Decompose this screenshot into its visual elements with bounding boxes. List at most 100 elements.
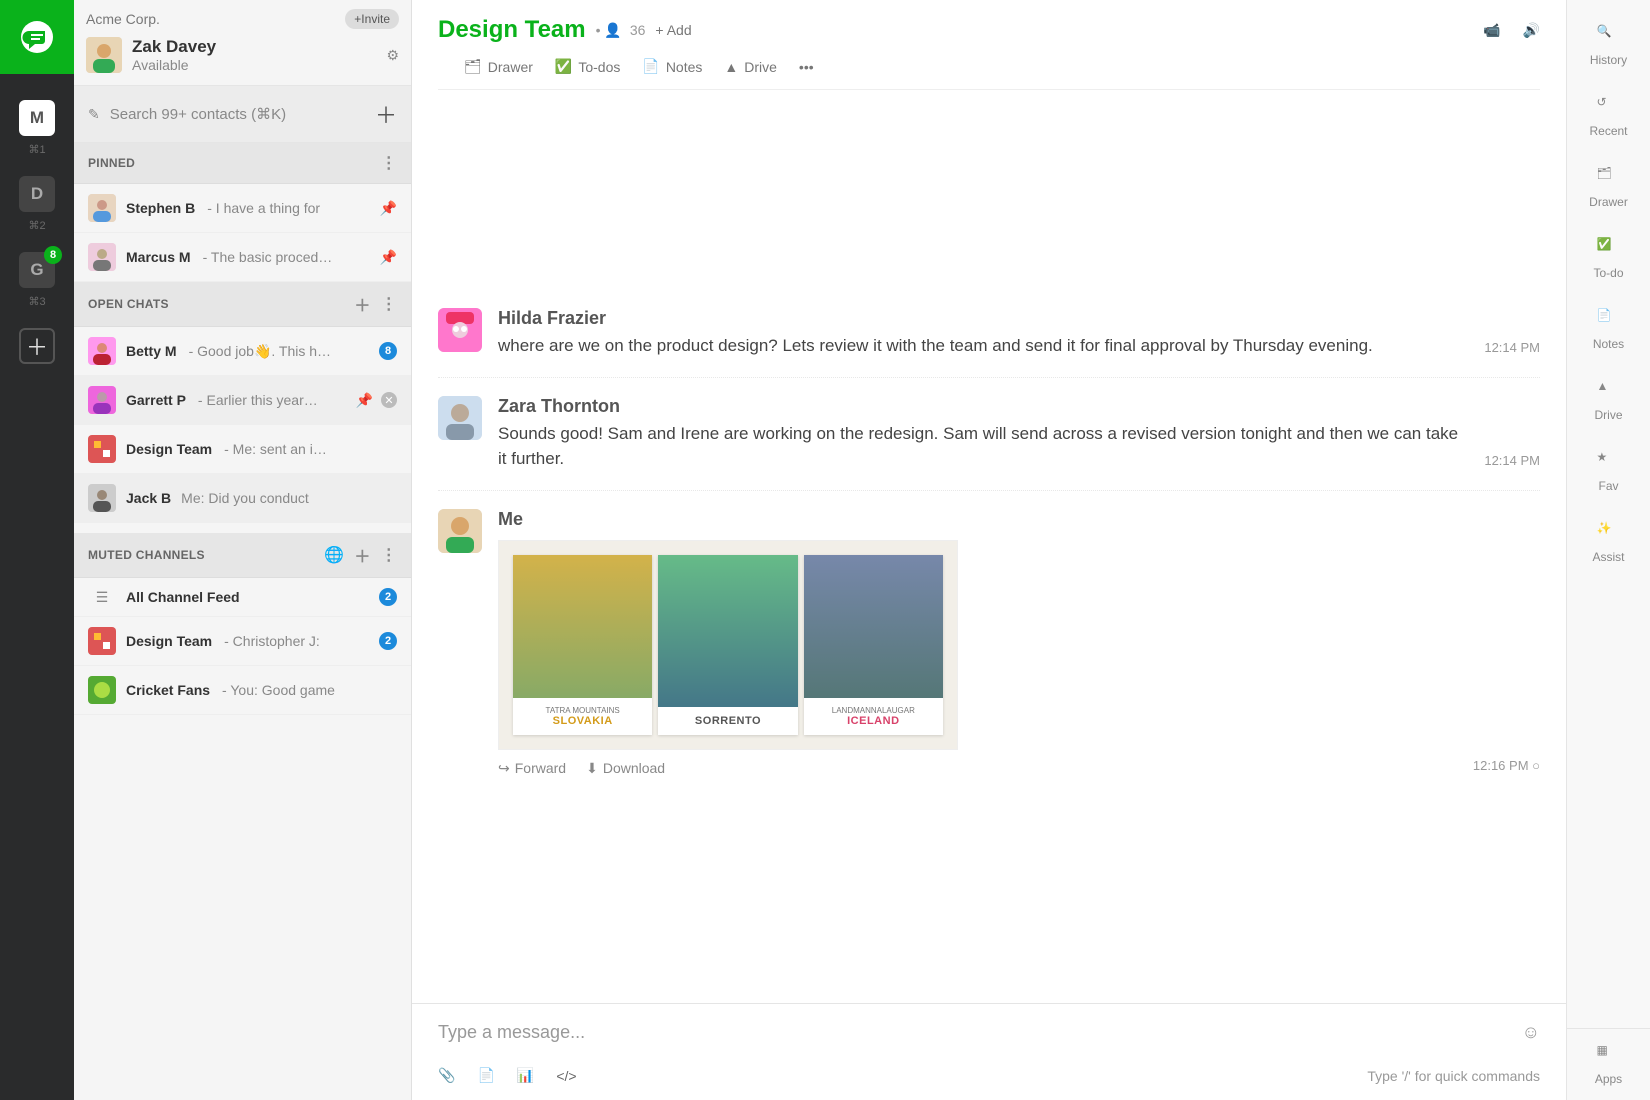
drawer-icon: 🗂 bbox=[464, 58, 482, 75]
more-icon[interactable]: ⋮ bbox=[381, 545, 397, 565]
wand-icon: ✨ bbox=[1597, 521, 1621, 545]
pin-icon: 📌 bbox=[356, 392, 373, 409]
drawer-icon: 🗂 bbox=[1597, 166, 1621, 190]
rr-fav[interactable]: ★Fav bbox=[1567, 436, 1650, 507]
plus-icon[interactable]: ＋ bbox=[354, 543, 370, 567]
section-open-chats: OPEN CHATS ＋ ⋮ bbox=[74, 282, 411, 327]
message: Me TATRA MOUNTAINSSLOVAKIA SORRENTO LAND… bbox=[438, 491, 1540, 795]
attach-icon[interactable]: 📎 bbox=[438, 1067, 455, 1084]
code-icon[interactable]: </> bbox=[556, 1068, 576, 1084]
pin-icon: 📌 bbox=[380, 200, 397, 217]
image-attachment[interactable]: TATRA MOUNTAINSSLOVAKIA SORRENTO LANDMAN… bbox=[498, 540, 958, 750]
drive-icon: ▲ bbox=[1597, 379, 1621, 403]
history-icon: ↺ bbox=[1597, 95, 1621, 119]
more-icon[interactable]: ⋮ bbox=[381, 153, 397, 173]
right-rail: 🔍History ↺Recent 🗂Drawer ✅To-do 📄Notes ▲… bbox=[1566, 0, 1650, 1100]
more-icon[interactable]: ••• bbox=[799, 58, 814, 75]
tab-todos[interactable]: ✅To-dos bbox=[555, 58, 620, 75]
pinned-item[interactable]: Stephen B I have a thing for 📌 bbox=[74, 184, 411, 233]
composer-input[interactable]: Type a message... bbox=[438, 1022, 1522, 1043]
star-icon: ★ bbox=[1597, 450, 1621, 474]
avatar bbox=[438, 396, 482, 440]
compose-icon: ✎ bbox=[88, 106, 100, 123]
tab-drive[interactable]: ▲Drive bbox=[724, 58, 777, 75]
workspace-tile-d[interactable]: D bbox=[19, 176, 55, 212]
close-icon[interactable]: ✕ bbox=[381, 392, 397, 408]
rr-drawer[interactable]: 🗂Drawer bbox=[1567, 152, 1650, 223]
workspace-shortcut: ⌘3 bbox=[28, 295, 45, 308]
more-icon[interactable]: ⋮ bbox=[381, 294, 397, 314]
check-icon: ✅ bbox=[1597, 237, 1621, 261]
avatar bbox=[438, 308, 482, 352]
unread-badge: 2 bbox=[379, 588, 397, 606]
volume-icon[interactable]: 🔊 bbox=[1523, 22, 1540, 39]
grid-icon: ▦ bbox=[1597, 1043, 1621, 1067]
forward-icon: ↪ bbox=[498, 760, 510, 777]
note-icon: 📄 bbox=[642, 58, 659, 75]
search-placeholder: Search 99+ contacts (⌘K) bbox=[110, 105, 365, 123]
message-author: Zara Thornton bbox=[498, 396, 1468, 417]
app-logo[interactable] bbox=[0, 0, 74, 74]
rr-recent[interactable]: ↺Recent bbox=[1567, 81, 1650, 152]
workspace-shortcut: ⌘2 bbox=[28, 219, 45, 232]
add-workspace-button[interactable]: ＋ bbox=[19, 328, 55, 364]
chat-item[interactable]: Design Team Me: sent an i… bbox=[74, 425, 411, 474]
org-name: Acme Corp. bbox=[86, 11, 160, 27]
plus-icon[interactable]: ＋ bbox=[375, 98, 397, 130]
workspace-rail: M ⌘1 D ⌘2 G 8 ⌘3 ＋ bbox=[0, 0, 74, 1100]
avatar bbox=[86, 37, 122, 73]
message-time: 12:16 PM ○ bbox=[1473, 758, 1540, 777]
rr-notes[interactable]: 📄Notes bbox=[1567, 294, 1650, 365]
message-text: where are we on the product design? Lets… bbox=[498, 333, 1468, 359]
chat-item[interactable]: Jack B Me: Did you conduct bbox=[74, 474, 411, 523]
forward-button[interactable]: ↪Forward bbox=[498, 760, 566, 777]
download-button[interactable]: ⬇Download bbox=[586, 760, 665, 777]
rr-drive[interactable]: ▲Drive bbox=[1567, 365, 1650, 436]
pinned-item[interactable]: Marcus M The basic proced… 📌 bbox=[74, 233, 411, 282]
composer: Type a message... ☺ bbox=[412, 1003, 1566, 1051]
section-pinned: PINNED ⋮ bbox=[74, 143, 411, 184]
pin-icon: 📌 bbox=[380, 249, 397, 266]
download-icon: ⬇ bbox=[586, 760, 598, 777]
channel-item[interactable]: ☰ All Channel Feed 2 bbox=[74, 578, 411, 617]
globe-icon[interactable]: 🌐 bbox=[324, 545, 344, 565]
sidebar: Acme Corp. +Invite Zak Davey Available ⚙… bbox=[74, 0, 412, 1100]
message-time: 12:14 PM bbox=[1484, 453, 1540, 472]
document-icon[interactable]: 📄 bbox=[477, 1067, 494, 1084]
main-pane: Design Team • 👤 36 + Add 📹 🔊 🗂Drawer ✅To… bbox=[412, 0, 1566, 1100]
search-row[interactable]: ✎ Search 99+ contacts (⌘K) ＋ bbox=[74, 85, 411, 143]
rr-assist[interactable]: ✨Assist bbox=[1567, 507, 1650, 578]
unread-badge: 8 bbox=[379, 342, 397, 360]
channel-meta: • 👤 36 bbox=[596, 22, 646, 39]
channel-title[interactable]: Design Team bbox=[438, 16, 586, 44]
add-member-button[interactable]: + Add bbox=[655, 22, 691, 38]
chat-item[interactable]: Betty M Good job👋. This h… 8 bbox=[74, 327, 411, 376]
workspace-tile-m[interactable]: M bbox=[19, 100, 55, 136]
section-muted: MUTED CHANNELS 🌐 ＋ ⋮ bbox=[74, 533, 411, 578]
tab-notes[interactable]: 📄Notes bbox=[642, 58, 702, 75]
channel-item[interactable]: Design Team Christopher J: 2 bbox=[74, 617, 411, 666]
profile-status: Available bbox=[132, 57, 216, 73]
rr-history[interactable]: 🔍History bbox=[1567, 10, 1650, 81]
chat-item[interactable]: Garrett P Earlier this year… 📌✕ bbox=[74, 376, 411, 425]
channel-item[interactable]: Cricket Fans You: Good game bbox=[74, 666, 411, 715]
unread-badge: 8 bbox=[44, 246, 62, 264]
plus-icon[interactable]: ＋ bbox=[354, 292, 370, 316]
invite-button[interactable]: +Invite bbox=[345, 9, 399, 29]
workspace-tile-g[interactable]: G 8 bbox=[19, 252, 55, 288]
tab-drawer[interactable]: 🗂Drawer bbox=[464, 58, 533, 75]
profile-row[interactable]: Zak Davey Available ⚙ bbox=[74, 33, 411, 85]
avatar bbox=[438, 509, 482, 553]
note-icon: 📄 bbox=[1597, 308, 1621, 332]
emoji-icon[interactable]: ☺ bbox=[1522, 1022, 1540, 1043]
gear-icon[interactable]: ⚙ bbox=[386, 47, 399, 64]
profile-name: Zak Davey bbox=[132, 37, 216, 57]
rr-todo[interactable]: ✅To-do bbox=[1567, 223, 1650, 294]
message-time: 12:14 PM bbox=[1484, 340, 1540, 359]
rr-apps[interactable]: ▦Apps bbox=[1567, 1028, 1650, 1100]
composer-hint: Type '/' for quick commands bbox=[1367, 1068, 1540, 1084]
feed-icon: ☰ bbox=[88, 589, 116, 606]
poll-icon[interactable]: 📊 bbox=[517, 1067, 534, 1084]
search-icon: 🔍 bbox=[1597, 24, 1621, 48]
video-call-icon[interactable]: 📹 bbox=[1483, 22, 1500, 39]
